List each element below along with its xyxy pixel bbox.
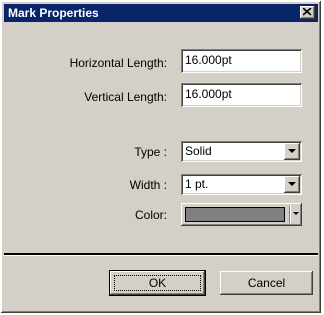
color-swatch [185,207,285,222]
width-dropdown-button[interactable] [284,176,300,193]
width-select[interactable]: 1 pt. [181,174,302,195]
close-icon [303,8,312,16]
horizontal-length-value: 16.000pt [185,53,232,67]
vertical-length-field[interactable]: 16.000pt [181,83,302,107]
type-select[interactable]: Solid [181,141,302,162]
type-label: Type : [134,145,167,159]
cancel-button[interactable]: Cancel [220,271,313,295]
chevron-down-icon [288,149,296,153]
type-value: Solid [185,144,212,158]
horizontal-length-field[interactable]: 16.000pt [181,49,302,73]
vertical-length-value: 16.000pt [185,87,232,101]
color-label: Color: [134,208,167,222]
mark-properties-dialog: Mark Properties Horizontal Length: 16.00… [1,1,321,313]
width-label: Width : [129,178,167,192]
type-dropdown-button[interactable] [284,143,300,160]
chevron-down-icon [288,182,296,186]
color-picker-button[interactable] [181,203,302,226]
ok-button-label: OK [148,276,167,290]
title-bar[interactable]: Mark Properties [4,4,318,22]
horizontal-length-label: Horizontal Length: [69,56,167,70]
divider-highlight [4,255,318,256]
close-button[interactable] [300,6,315,19]
color-picker-separator [289,206,291,223]
ok-button[interactable]: OK [110,271,205,295]
window-title: Mark Properties [8,6,99,20]
width-value: 1 pt. [185,177,209,191]
cancel-button-label: Cancel [247,276,286,290]
chevron-down-icon [293,212,299,215]
vertical-length-label: Vertical Length: [84,90,167,104]
